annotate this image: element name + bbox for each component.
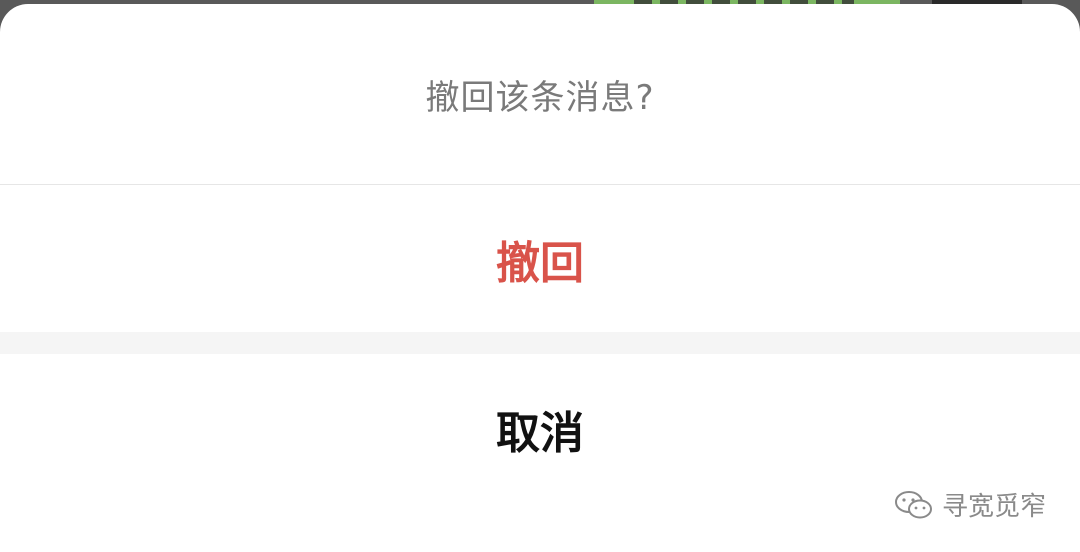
wechat-icon — [894, 489, 934, 521]
dialog-title: 撤回该条消息? — [425, 77, 655, 118]
watermark-text: 寻宽觅窄 — [941, 492, 1046, 522]
action-sheet: 撤回该条消息? 撤回 取消 寻宽觅窄 — [0, 4, 1080, 552]
recall-button[interactable]: 撤回 — [0, 185, 1080, 332]
section-separator — [0, 332, 1080, 354]
cancel-button[interactable]: 取消 — [0, 354, 1080, 504]
watermark: 寻宽觅窄 — [894, 486, 1046, 523]
